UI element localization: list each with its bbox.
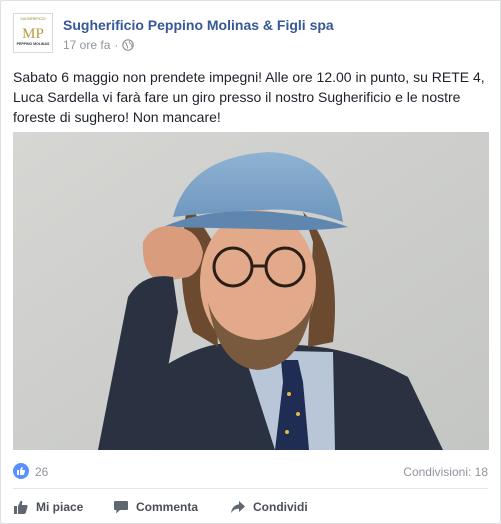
post-timestamp[interactable]: 17 ore fa [63,38,110,52]
man-with-cap-photo [13,132,489,450]
share-button-label: Condividi [253,500,308,514]
like-count[interactable]: 26 [35,465,48,479]
page-avatar[interactable]: SUGHERIFICIO MP PEPPINO MOLINAS [13,13,53,53]
post-meta: 17 ore fa · [63,38,135,52]
meta-separator: · [114,38,119,52]
like-button[interactable]: Mi piace [13,496,83,518]
share-count[interactable]: Condivisioni: 18 [403,465,488,479]
like-button-label: Mi piace [36,500,84,514]
page-name-link[interactable]: Sugherificio Peppino Molinas & Figli spa [63,17,334,33]
comment-button[interactable]: Commenta [113,496,198,518]
thumbs-up-glyph [17,466,26,475]
reactions-bar: 26 Condivisioni: 18 [13,462,488,482]
comment-button-label: Commenta [136,500,199,514]
facebook-post-card: SUGHERIFICIO MP PEPPINO MOLINAS Sugherif… [0,0,501,524]
thumbs-up-icon[interactable] [13,463,29,479]
action-bar: Mi piace Commenta Condividi [13,496,488,518]
post-photo[interactable] [13,132,489,450]
logo-monogram: MP [22,26,44,42]
post-header: SUGHERIFICIO MP PEPPINO MOLINAS Sugherif… [13,13,488,57]
share-button[interactable]: Condividi [230,496,308,518]
share-arrow-icon [231,501,245,513]
logo-bottom-text: PEPPINO MOLINAS [17,42,50,46]
comment-bubble-icon [114,501,128,514]
post-message: Sabato 6 maggio non prendete impegni! Al… [13,69,485,125]
peppino-molinas-logo: SUGHERIFICIO MP PEPPINO MOLINAS [14,14,52,52]
globe-icon[interactable] [122,39,135,51]
divider [13,488,488,489]
logo-top-text: SUGHERIFICIO [20,17,46,21]
thumbs-up-outline-icon [14,500,28,514]
